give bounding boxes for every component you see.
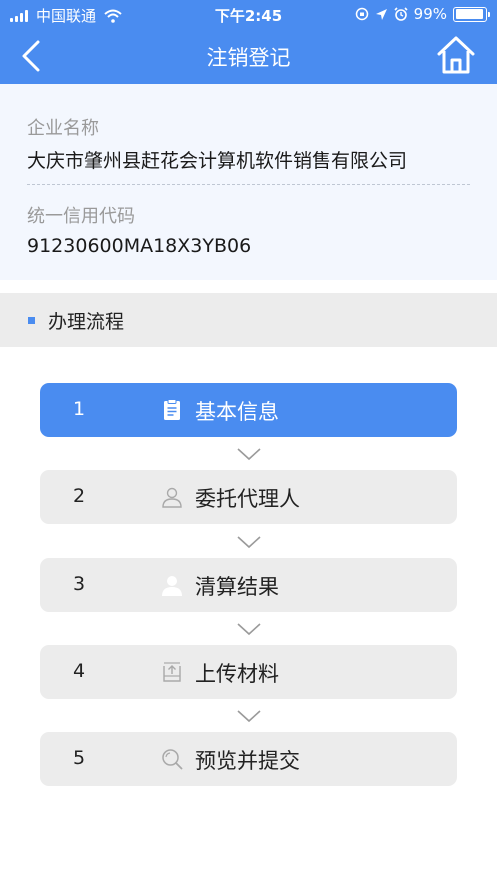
chevron-down-icon — [237, 448, 261, 461]
chevron-down-icon — [237, 623, 261, 636]
company-name-value: 大庆市肇州县赶花会计算机软件销售有限公司 — [27, 150, 408, 172]
step-label: 清算结果 — [195, 575, 279, 599]
company-name-label: 企业名称 — [27, 118, 99, 139]
step-number: 3 — [73, 573, 86, 595]
step-number: 5 — [73, 747, 86, 769]
info-divider — [27, 184, 470, 185]
home-button[interactable] — [435, 34, 477, 76]
step-number: 4 — [73, 660, 86, 682]
step-basic-info[interactable]: 1 基本信息 — [40, 383, 457, 437]
step-liquidation[interactable]: 3 清算结果 — [40, 558, 457, 612]
page-title: 注销登记 — [206, 46, 291, 70]
home-icon — [437, 36, 475, 74]
orientation-lock-icon — [355, 7, 368, 21]
person-outline-icon — [162, 487, 182, 508]
section-title: 办理流程 — [48, 311, 125, 333]
step-number: 1 — [73, 398, 86, 420]
battery-percent: 99% — [413, 5, 447, 23]
status-bar: 中国联通 下午2:45 99% — [0, 0, 497, 28]
battery-fill — [455, 9, 484, 19]
nav-bar: 注销登记 — [0, 28, 497, 84]
app-header: 中国联通 下午2:45 99% 注销登记 — [0, 0, 497, 84]
section-bullet — [28, 317, 35, 324]
upload-icon — [163, 662, 181, 682]
step-label: 委托代理人 — [195, 487, 300, 511]
step-number: 2 — [73, 485, 86, 507]
step-label: 基本信息 — [195, 400, 279, 424]
step-upload[interactable]: 4 上传材料 — [40, 645, 457, 699]
step-label: 上传材料 — [195, 662, 279, 686]
search-icon — [162, 749, 183, 770]
credit-code-value: 91230600MA18X3YB06 — [27, 235, 252, 257]
step-agent[interactable]: 2 委托代理人 — [40, 470, 457, 524]
battery-icon — [453, 6, 490, 22]
location-icon — [375, 8, 387, 20]
step-label: 预览并提交 — [195, 749, 300, 773]
clipboard-icon — [164, 399, 180, 420]
credit-code-label: 统一信用代码 — [27, 206, 135, 227]
company-info-card: 企业名称 大庆市肇州县赶花会计算机软件销售有限公司 统一信用代码 9123060… — [0, 84, 497, 280]
person-filled-icon — [162, 576, 182, 596]
chevron-down-icon — [237, 710, 261, 723]
alarm-icon — [394, 7, 408, 21]
step-preview-submit[interactable]: 5 预览并提交 — [40, 732, 457, 786]
chevron-down-icon — [237, 536, 261, 549]
process-section-header: 办理流程 — [0, 293, 497, 347]
status-right: 99% — [355, 5, 490, 23]
